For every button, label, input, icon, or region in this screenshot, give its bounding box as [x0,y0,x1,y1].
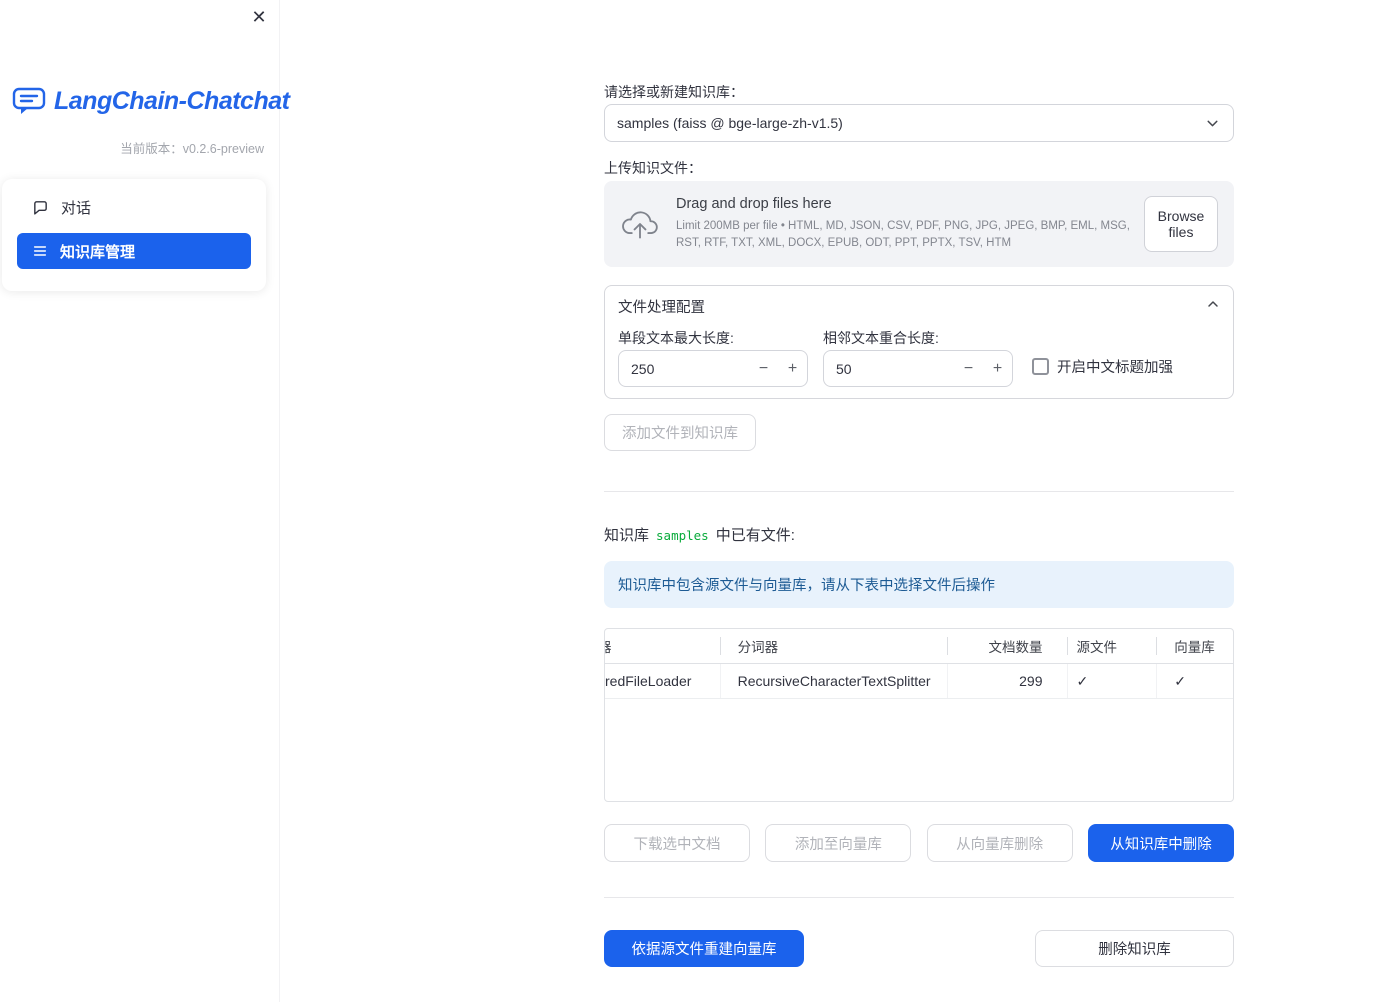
info-alert: 知识库中包含源文件与向量库，请从下表中选择文件后操作 [604,561,1234,608]
table-header-doc-count[interactable]: 文档数量 [946,629,1067,663]
app-root: ✕ LangChain-Chatchat 当前版本：v0.2.6-preview [0,0,1380,1002]
chunk-size-label: 单段文本最大长度: [618,330,734,346]
sidebar-close-icon[interactable]: ✕ [246,4,272,30]
divider [604,491,1234,492]
add-files-button[interactable]: 添加文件到知识库 [604,414,756,451]
kb-files-prefix: 知识库 [604,527,650,544]
zh-title-checkbox[interactable] [1032,358,1049,375]
cell-loader[interactable]: redFileLoader [605,664,720,698]
delete-from-kb-button[interactable]: 从知识库中删除 [1087,824,1234,862]
divider [604,897,1234,898]
kb-select[interactable]: samples (faiss @ bge-large-zh-v1.5) [604,104,1234,142]
delete-kb-button[interactable]: 删除知识库 [1035,930,1234,967]
list-icon [32,243,48,259]
info-alert-text: 知识库中包含源文件与向量库，请从下表中选择文件后操作 [618,578,995,594]
kb-files-heading: 知识库 samples 中已有文件: [604,524,795,545]
kb-name-code: samples [656,528,709,543]
kb-select-value: samples (faiss @ bge-large-zh-v1.5) [617,115,843,131]
chevron-up-icon[interactable] [1205,296,1221,312]
zh-title-checkbox-row: 开启中文标题加强 [1032,356,1173,377]
overlap-size-input[interactable]: 50 − + [823,350,1013,387]
sidebar: ✕ LangChain-Chatchat 当前版本：v0.2.6-preview [0,0,290,1002]
cell-source-file-check[interactable]: ✓ [1066,664,1157,698]
file-action-buttons: 下载选中文档 添加至向量库 从向量库删除 从知识库中删除 [604,824,1234,862]
table-row[interactable]: redFileLoader RecursiveCharacterTextSpli… [605,664,1233,699]
files-table: 器 分词器 文档数量 源文件 向量库 redFileLoader Recursi… [604,628,1234,802]
sidebar-item-label: 知识库管理 [60,243,136,261]
version-label: 当前版本：v0.2.6-preview [120,142,264,156]
kb-select-label: 请选择或新建知识库： [604,84,744,100]
minus-icon[interactable]: − [954,360,983,378]
logo-chat-icon [12,86,46,116]
dropzone-title: Drag and drop files here [676,196,832,213]
table-header-source-file[interactable]: 源文件 [1066,629,1157,663]
table-header-row: 器 分词器 文档数量 源文件 向量库 [605,629,1233,664]
minus-icon[interactable]: − [749,360,778,378]
table-header-vector-store[interactable]: 向量库 [1156,629,1233,663]
upload-label: 上传知识文件： [604,160,702,176]
browse-files-button[interactable]: Browse files [1144,196,1218,252]
dropzone-hint: Limit 200MB per file • HTML, MD, JSON, C… [676,220,1130,249]
cell-splitter[interactable]: RecursiveCharacterTextSplitter [719,664,947,698]
dropzone-text: Drag and drop files here Limit 200MB per… [676,196,1144,251]
plus-icon[interactable]: + [983,360,1012,378]
plus-icon[interactable]: + [778,360,807,378]
expander-title[interactable]: 文件处理配置 [618,296,705,317]
file-dropzone[interactable]: Drag and drop files here Limit 200MB per… [604,181,1234,267]
table-header-splitter[interactable]: 分词器 [719,629,947,663]
kb-files-suffix: 中已有文件: [715,527,795,544]
overlap-size-value: 50 [836,360,852,377]
app-logo: LangChain-Chatchat [12,86,290,116]
chevron-down-icon [1204,115,1221,132]
zh-title-checkbox-label: 开启中文标题加强 [1057,360,1173,376]
sidebar-menu: 对话 知识库管理 [2,179,266,291]
chunk-size-input[interactable]: 250 − + [618,350,808,387]
rebuild-vector-store-button[interactable]: 依据源文件重建向量库 [604,930,804,967]
download-selected-button[interactable]: 下载选中文档 [604,824,750,862]
chat-bubble-icon [32,199,49,216]
file-config-expander: 文件处理配置 单段文本最大长度: 相邻文本重合长度: 250 − + 50 − … [604,285,1234,399]
cloud-upload-icon [620,208,660,240]
chunk-size-value: 250 [631,360,655,377]
sidebar-item-chat[interactable]: 对话 [17,187,251,227]
add-to-vector-store-button[interactable]: 添加至向量库 [765,824,912,862]
delete-from-vector-store-button[interactable]: 从向量库删除 [926,824,1073,862]
cell-vector-store-check[interactable]: ✓ [1156,664,1233,698]
sidebar-item-label: 对话 [61,199,92,217]
table-header-loader[interactable]: 器 [605,629,720,663]
main-content: 请选择或新建知识库： samples (faiss @ bge-large-zh… [604,0,1234,1002]
sidebar-item-knowledge-base[interactable]: 知识库管理 [17,233,251,269]
cell-doc-count[interactable]: 299 [946,664,1067,698]
logo-text: LangChain-Chatchat [54,86,290,115]
overlap-size-label: 相邻文本重合长度: [823,330,939,346]
